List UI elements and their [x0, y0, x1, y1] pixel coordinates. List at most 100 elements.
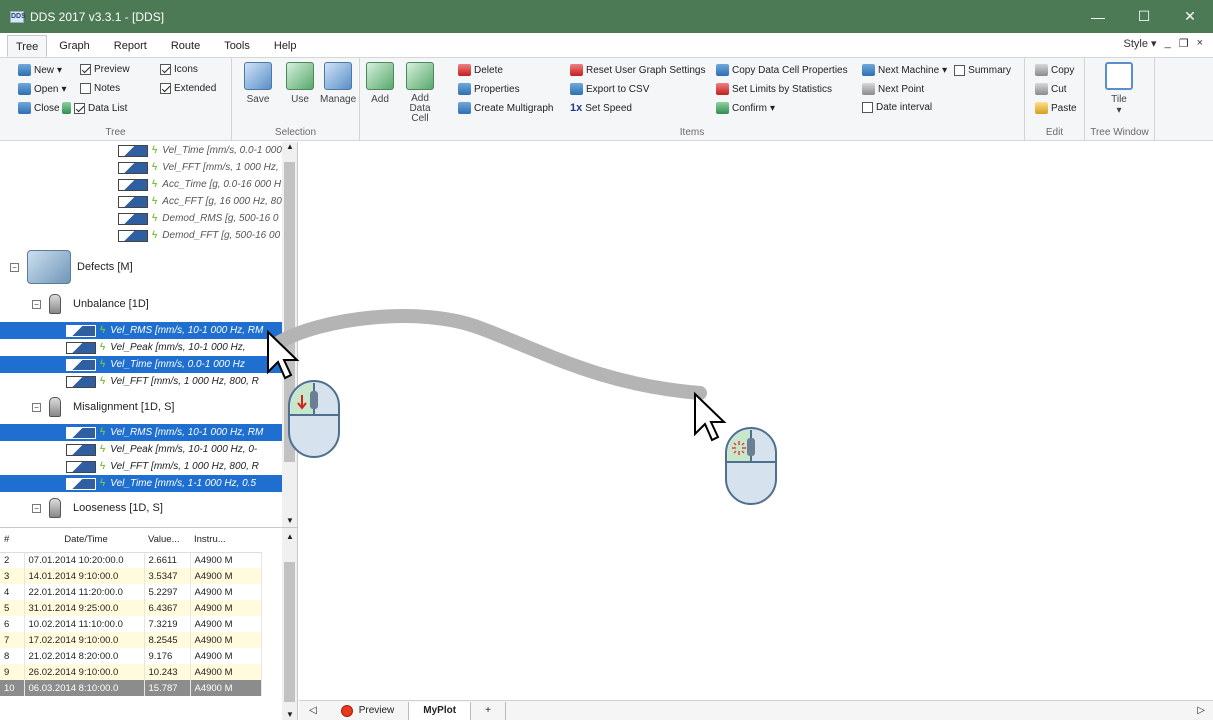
- tree-item[interactable]: ϟ Acc_Time [g, 0.0-16 000 H: [118, 176, 281, 193]
- table-row[interactable]: 10 06.03.2014 8:10:00.0 15.787 A4900 M: [0, 680, 262, 696]
- table-row[interactable]: 2 07.01.2014 10:20:00.0 2.6611 A4900 M: [0, 552, 262, 568]
- datalist-scrollbar[interactable]: ▲ ▼: [282, 528, 297, 720]
- table-row[interactable]: 5 31.01.2014 9:25:00.0 6.4367 A4900 M: [0, 600, 262, 616]
- scroll-down-icon[interactable]: ▼: [286, 516, 294, 525]
- next-point-button[interactable]: Next Point: [862, 83, 924, 95]
- tree-item[interactable]: ϟ Demod_FFT [g, 500-16 00: [118, 227, 280, 244]
- export-csv-button[interactable]: Export to CSV: [570, 83, 649, 95]
- datalist-scroll-thumb[interactable]: [284, 562, 295, 702]
- summary-checkbox[interactable]: [954, 64, 966, 76]
- table-row[interactable]: 3 14.01.2014 9:10:00.0 3.5347 A4900 M: [0, 568, 262, 584]
- copy-button[interactable]: Copy: [1035, 64, 1074, 76]
- tree-item[interactable]: ϟ Vel_Peak [mm/s, 10-1 000 Hz,: [66, 339, 246, 356]
- tree-node-defects[interactable]: − Defects [M]: [10, 250, 133, 284]
- use-button[interactable]: Use: [286, 62, 314, 105]
- delete-button[interactable]: Delete: [458, 64, 503, 76]
- column-header-index[interactable]: #: [0, 528, 24, 553]
- collapse-icon[interactable]: −: [32, 299, 41, 309]
- add-tab-button[interactable]: +: [471, 701, 506, 720]
- group-label-tree: Tree: [105, 127, 126, 138]
- cell-index: 10: [0, 680, 25, 696]
- restore-icon[interactable]: ❐: [1179, 37, 1189, 50]
- manage-button[interactable]: Manage: [320, 62, 356, 105]
- data-list[interactable]: # Date/Time Value... Instru... 2 07.01.20…: [0, 527, 298, 720]
- tree-item-selected[interactable]: ϟ Vel_RMS [mm/s, 10-1 000 Hz, RM: [0, 424, 282, 441]
- date-interval-checkbox[interactable]: Date interval: [862, 102, 932, 113]
- tab-tools[interactable]: Tools: [212, 35, 262, 57]
- tree-item-selected[interactable]: ϟ Vel_Time [mm/s, 0.0-1 000 Hz: [0, 356, 282, 373]
- tree-item[interactable]: ϟ Demod_RMS [g, 500-16 0: [118, 210, 278, 227]
- extended-checkbox[interactable]: Extended: [160, 83, 216, 94]
- scroll-up-icon[interactable]: ▲: [286, 532, 294, 541]
- scroll-down-icon[interactable]: ▼: [286, 710, 294, 719]
- tab-route[interactable]: Route: [159, 35, 212, 57]
- tab-tree[interactable]: Tree: [7, 35, 48, 57]
- tab-scroll-left-icon[interactable]: ◁: [299, 705, 327, 716]
- tree-node-looseness[interactable]: − Looseness [1D, S]: [32, 498, 163, 518]
- style-menu[interactable]: Style ▾: [1124, 37, 1157, 50]
- scroll-up-icon[interactable]: ▲: [286, 142, 294, 151]
- collapse-icon[interactable]: −: [10, 262, 19, 272]
- tab-myplot[interactable]: MyPlot: [409, 701, 472, 720]
- tab-graph[interactable]: Graph: [47, 35, 102, 57]
- tree-item[interactable]: ϟ Vel_FFT [mm/s, 1 000 Hz,: [118, 159, 279, 176]
- next-machine-button[interactable]: Next Machine ▾ Summary: [862, 64, 1011, 76]
- confirm-button[interactable]: Confirm ▾: [716, 102, 775, 114]
- tree-item[interactable]: ϟ Vel_Time [mm/s, 0.0-1 000: [118, 142, 282, 159]
- column-header-value[interactable]: Value...: [144, 528, 190, 553]
- tile-button[interactable]: Tile ▾: [1105, 62, 1133, 116]
- cell-instrument: A4900 M: [190, 600, 262, 616]
- table-row[interactable]: 9 26.02.2014 9:10:00.0 10.243 A4900 M: [0, 664, 262, 680]
- preview-checkbox[interactable]: Preview: [80, 64, 130, 75]
- tree-node-unbalance[interactable]: − Unbalance [1D]: [32, 294, 149, 314]
- tree-item[interactable]: ϟ Vel_FFT [mm/s, 1 000 Hz, 800, R: [66, 373, 259, 390]
- column-header-instrument[interactable]: Instru...: [190, 528, 262, 553]
- tree-item[interactable]: ϟ Vel_FFT [mm/s, 1 000 Hz, 800, R: [66, 458, 259, 475]
- maximize-button[interactable]: ☐: [1121, 0, 1167, 33]
- tree-item-selected[interactable]: ϟ Vel_RMS [mm/s, 10-1 000 Hz, RM: [0, 322, 282, 339]
- set-speed-button[interactable]: 1x Set Speed: [570, 102, 632, 114]
- tree-item[interactable]: ϟ Acc_FFT [g, 16 000 Hz, 80: [118, 193, 282, 210]
- column-header-datetime[interactable]: Date/Time: [24, 528, 144, 553]
- table-row[interactable]: 4 22.01.2014 11:20:00.0 5.2297 A4900 M: [0, 584, 262, 600]
- tree-node-misalignment[interactable]: − Misalignment [1D, S]: [32, 397, 174, 417]
- doc-close-icon[interactable]: ×: [1197, 37, 1203, 50]
- cell-value: 2.6611: [144, 552, 191, 568]
- tab-report[interactable]: Report: [102, 35, 159, 57]
- tab-help[interactable]: Help: [262, 35, 309, 57]
- cut-button[interactable]: Cut: [1035, 83, 1067, 95]
- notes-checkbox[interactable]: Notes: [80, 83, 120, 94]
- paste-button[interactable]: Paste: [1035, 102, 1077, 114]
- ribbon-minimize-icon[interactable]: _: [1165, 37, 1171, 50]
- new-button[interactable]: New ▾: [18, 64, 62, 76]
- add-data-cell-button[interactable]: Add Data Cell: [400, 62, 440, 124]
- reset-user-graph-button[interactable]: Reset User Graph Settings: [570, 64, 706, 76]
- copy-data-cell-button[interactable]: Copy Data Cell Properties: [716, 64, 848, 76]
- table-row[interactable]: 7 17.02.2014 9:10:00.0 8.2545 A4900 M: [0, 632, 262, 648]
- close-tree-button[interactable]: Close: [18, 102, 60, 114]
- create-multigraph-button[interactable]: Create Multigraph: [458, 102, 553, 114]
- graph-canvas[interactable]: [299, 142, 1213, 700]
- tree-scroll-thumb[interactable]: [284, 162, 295, 462]
- save-button[interactable]: Save: [244, 62, 272, 105]
- collapse-icon[interactable]: −: [32, 402, 41, 412]
- tree-item-selected[interactable]: ϟ Vel_Time [mm/s, 1-1 000 Hz, 0.5: [0, 475, 282, 492]
- icons-checkbox[interactable]: Icons: [160, 64, 198, 75]
- minimize-button[interactable]: —: [1075, 0, 1121, 33]
- add-button[interactable]: Add: [366, 62, 394, 105]
- properties-button[interactable]: Properties: [458, 83, 520, 95]
- close-button[interactable]: ✕: [1167, 0, 1213, 33]
- tab-preview[interactable]: Preview: [327, 701, 410, 720]
- tab-scroll-right-icon[interactable]: ▷: [1197, 705, 1213, 716]
- data-list-checkbox[interactable]: Data List: [62, 102, 127, 114]
- tree-item[interactable]: ϟ Vel_Peak [mm/s, 10-1 000 Hz, 0-: [66, 441, 257, 458]
- cell-datetime: 06.03.2014 8:10:00.0: [24, 680, 145, 696]
- tree-scrollbar[interactable]: ▲ ▼: [282, 142, 297, 527]
- copy-cell-icon: [716, 64, 729, 76]
- tree-pane[interactable]: ϟ Vel_Time [mm/s, 0.0-1 000 ϟ Vel_FFT [mm/…: [0, 142, 298, 527]
- open-button[interactable]: Open ▾: [18, 83, 67, 95]
- collapse-icon[interactable]: −: [32, 503, 41, 513]
- table-row[interactable]: 8 21.02.2014 8:20:00.0 9.176 A4900 M: [0, 648, 262, 664]
- set-limits-button[interactable]: Set Limits by Statistics: [716, 83, 832, 95]
- table-row[interactable]: 6 10.02.2014 11:10:00.0 7.3219 A4900 M: [0, 616, 262, 632]
